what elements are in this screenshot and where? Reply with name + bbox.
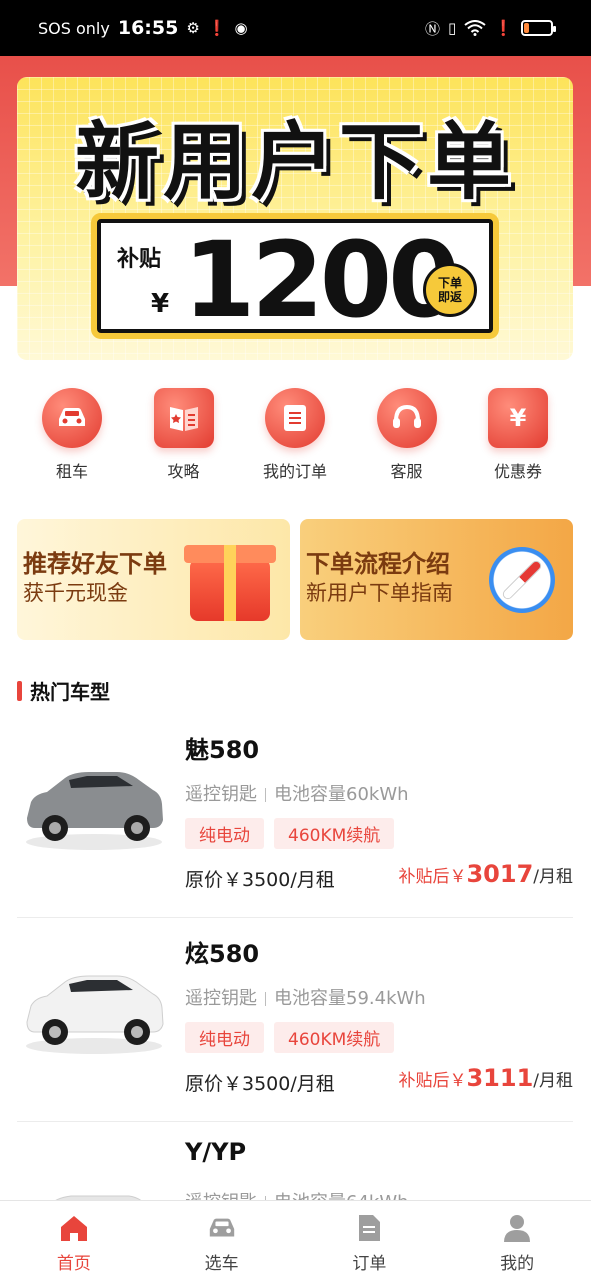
document-icon xyxy=(354,1213,384,1243)
tab-label: 订单 xyxy=(352,1254,387,1274)
car-name: Y/YP xyxy=(185,1138,247,1166)
location-icon: ◉ xyxy=(234,19,248,37)
wifi-icon xyxy=(464,20,486,36)
cashback-badge: 下单 即返 xyxy=(423,263,477,317)
settings-gear-icon: ⚙ xyxy=(186,19,200,37)
badge-line-2: 即返 xyxy=(437,290,462,304)
section-title: 热门车型 xyxy=(30,680,110,704)
promo-order-guide[interactable]: 下单流程介绍 新用户下单指南 xyxy=(300,519,573,640)
gift-box-icon xyxy=(184,545,276,621)
quick-menu-rent-car[interactable]: 租车 xyxy=(17,388,127,482)
currency-symbol: ¥ xyxy=(151,289,170,319)
carrier-text: SOS only xyxy=(38,18,110,38)
spec-battery: 电池容量60kWh xyxy=(274,784,409,805)
status-left: SOS only 16:55 ⚙ ❗ ◉ xyxy=(38,17,248,39)
quick-menu-customer-service[interactable]: 客服 xyxy=(352,388,462,482)
subsidy-price-value: 3111 xyxy=(466,1064,534,1092)
tag-powertrain: 纯电动 xyxy=(185,818,264,849)
subsidy-amount: 1200 xyxy=(183,219,460,341)
subsidized-price: 补贴后￥3111/月租 xyxy=(398,1064,573,1092)
tab-label: 首页 xyxy=(56,1254,91,1274)
price-unit: /月租 xyxy=(533,867,573,887)
new-user-banner[interactable]: 新用户下单 补贴 ¥ 1200 下单 即返 xyxy=(17,77,573,360)
car-list-item[interactable]: 炫580 遥控钥匙 电池容量59.4kWh 纯电动 460KM续航 原价￥3500… xyxy=(17,922,573,1122)
quick-menu-label: 优惠券 xyxy=(493,462,542,481)
hot-models-header: 热门车型 xyxy=(17,676,110,705)
vibrate-icon: ▯ xyxy=(448,19,457,37)
status-right: Ⓝ ▯ ❗ xyxy=(425,18,556,39)
quick-menu-guide[interactable]: 攻略 xyxy=(129,388,239,482)
car-name: 炫580 xyxy=(185,940,260,968)
car-tags: 纯电动 460KM续航 xyxy=(185,818,395,849)
alert-icon: ❗ xyxy=(207,19,227,37)
spec-battery: 电池容量59.4kWh xyxy=(274,988,426,1009)
car-name: 魅580 xyxy=(185,736,260,764)
guide-book-icon xyxy=(153,388,214,448)
spec-key-type: 遥控钥匙 xyxy=(185,784,257,805)
status-bar: SOS only 16:55 ⚙ ❗ ◉ Ⓝ ▯ ❗ xyxy=(0,0,591,56)
original-price: 原价￥3500/月租 xyxy=(185,1073,335,1095)
coupon-icon: ¥ xyxy=(488,388,548,448)
quick-menu-label: 客服 xyxy=(390,462,423,481)
car-photo xyxy=(26,975,164,1054)
quick-menu: 租车 攻略 我的订单 客服 ¥ 优惠券 xyxy=(17,388,573,482)
tab-label: 选车 xyxy=(204,1254,239,1274)
quick-menu-label: 攻略 xyxy=(167,462,200,481)
subsidy-label: 补贴 xyxy=(117,247,162,272)
tag-range: 460KM续航 xyxy=(274,1022,395,1053)
tab-mine[interactable]: 我的 xyxy=(443,1201,591,1280)
car-icon xyxy=(42,388,102,448)
row-divider xyxy=(17,1121,573,1122)
badge-line-1: 下单 xyxy=(437,276,462,290)
price-unit: /月租 xyxy=(533,1071,573,1091)
car-photo xyxy=(26,772,163,850)
quick-menu-my-orders[interactable]: 我的订单 xyxy=(240,388,350,482)
tab-label: 我的 xyxy=(500,1254,535,1274)
car-list-item[interactable]: 魅580 遥控钥匙 电池容量60kWh 纯电动 460KM续航 原价￥3500/月… xyxy=(17,718,573,918)
headset-icon xyxy=(376,388,437,448)
svg-text:¥: ¥ xyxy=(510,404,527,432)
compass-needle xyxy=(502,560,542,600)
car-select-icon xyxy=(207,1213,237,1243)
user-icon xyxy=(502,1213,532,1243)
tag-range: 460KM续航 xyxy=(274,818,395,849)
quick-menu-label: 租车 xyxy=(55,462,88,481)
clock-time: 16:55 xyxy=(117,17,179,39)
banner-title: 新用户下单 xyxy=(74,113,515,211)
battery-icon xyxy=(521,20,556,36)
quick-menu-label: 我的订单 xyxy=(262,462,327,481)
bottom-tab-bar: 首页 选车 订单 我的 xyxy=(0,1200,591,1280)
subsidized-price: 补贴后￥3017/月租 xyxy=(398,860,573,888)
subsidy-ticket: 补贴 ¥ 1200 下单 即返 xyxy=(97,219,493,341)
row-divider xyxy=(17,917,573,918)
section-accent-bar xyxy=(17,680,22,701)
car-specs: 遥控钥匙 电池容量59.4kWh xyxy=(185,984,426,1010)
subsidy-price-value: 3017 xyxy=(466,860,534,888)
spec-key-type: 遥控钥匙 xyxy=(185,988,257,1009)
warning-icon: ❗ xyxy=(494,19,513,37)
tab-select-car[interactable]: 选车 xyxy=(148,1201,296,1280)
car-tags: 纯电动 460KM续航 xyxy=(185,1022,395,1053)
tag-powertrain: 纯电动 xyxy=(185,1022,264,1053)
original-price: 原价￥3500/月租 xyxy=(185,869,335,891)
quick-menu-coupons[interactable]: ¥ 优惠券 xyxy=(463,388,573,482)
home-icon xyxy=(59,1213,89,1243)
spec-separator xyxy=(265,992,266,1006)
order-list-icon xyxy=(265,388,325,448)
tab-orders[interactable]: 订单 xyxy=(296,1201,444,1280)
spec-separator xyxy=(265,788,266,802)
compass-icon xyxy=(489,547,555,613)
tab-home[interactable]: 首页 xyxy=(0,1201,148,1280)
nfc-icon: Ⓝ xyxy=(425,19,441,38)
subsidy-price-label: 补贴后￥ xyxy=(398,1071,467,1091)
subsidy-price-label: 补贴后￥ xyxy=(398,867,467,887)
promo-refer-friend[interactable]: 推荐好友下单 获千元现金 xyxy=(17,519,290,640)
promo-row: 推荐好友下单 获千元现金 下单流程介绍 新用户下单指南 xyxy=(17,519,573,640)
car-specs: 遥控钥匙 电池容量60kWh xyxy=(185,780,409,806)
battery-level xyxy=(524,23,530,33)
